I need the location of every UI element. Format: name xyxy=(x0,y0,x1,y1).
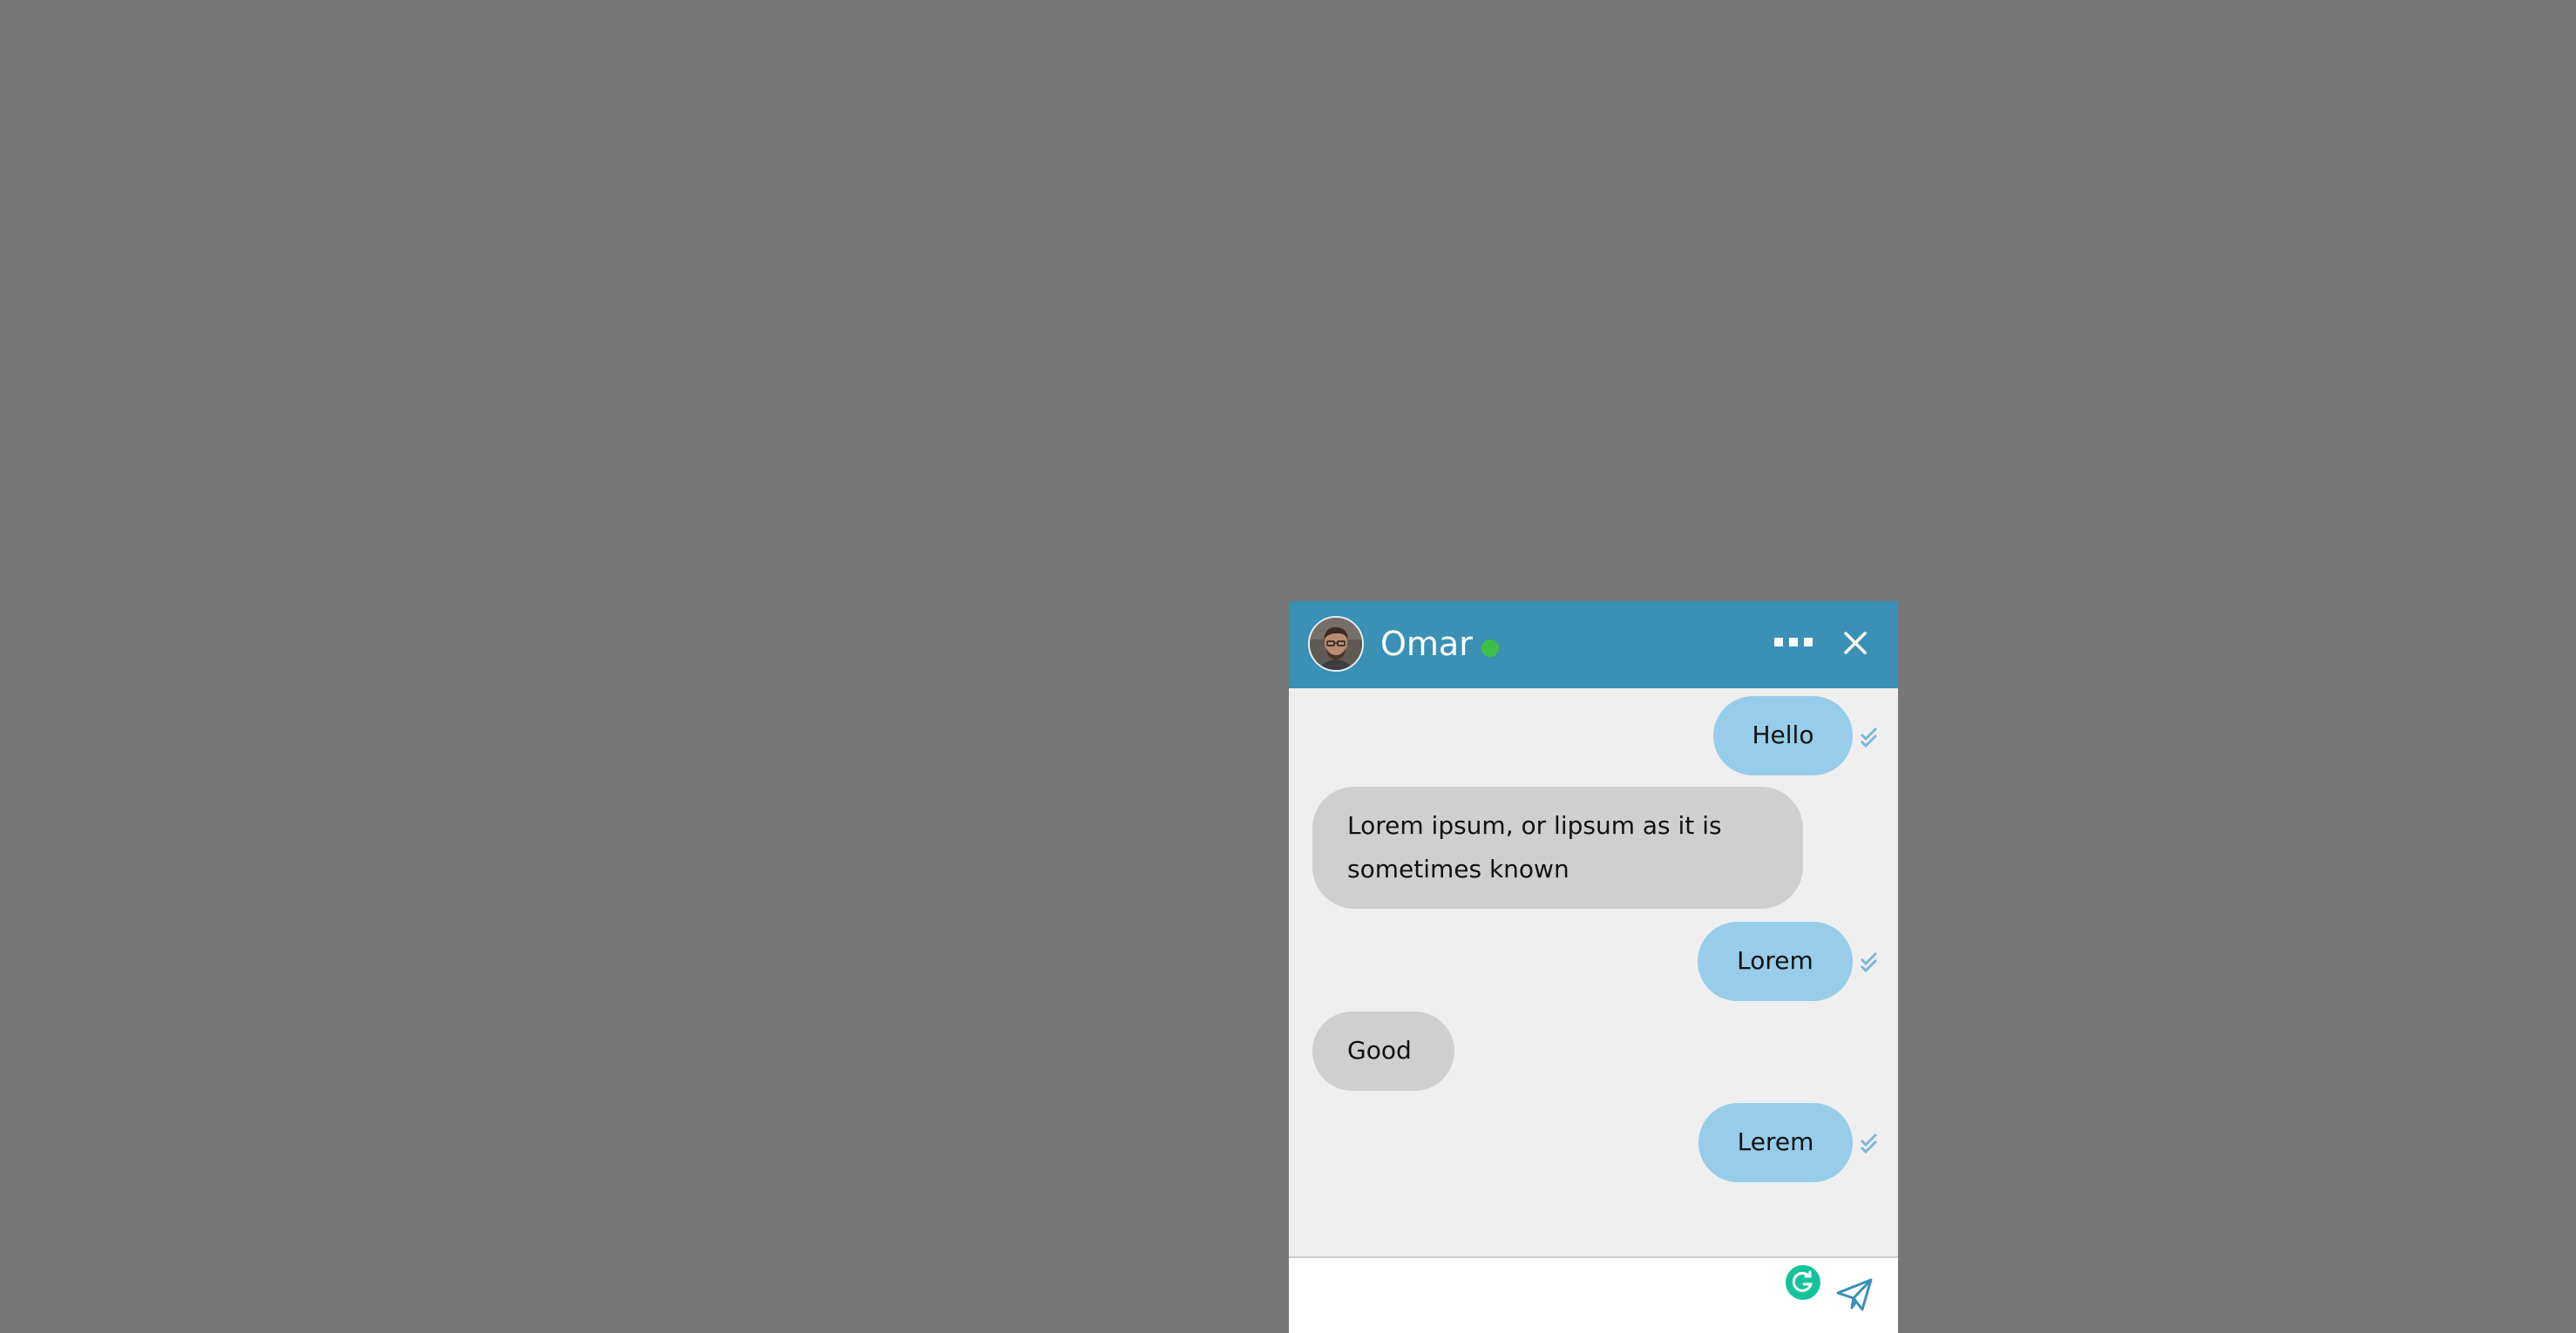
avatar[interactable] xyxy=(1308,616,1364,672)
sent-message-bubble[interactable]: Hello xyxy=(1713,696,1853,775)
received-message-bubble[interactable]: Good xyxy=(1312,1012,1454,1091)
message-text: Good xyxy=(1347,1036,1412,1065)
send-button[interactable] xyxy=(1834,1274,1875,1316)
double-check-icon xyxy=(1860,951,1878,973)
compose-bar xyxy=(1289,1256,1898,1333)
double-check-icon xyxy=(1860,1133,1878,1154)
message-input[interactable] xyxy=(1306,1270,1746,1317)
message-text: Lerem xyxy=(1737,1127,1814,1156)
send-paper-plane-icon xyxy=(1836,1278,1873,1311)
close-button[interactable] xyxy=(1838,626,1873,660)
more-dots-icon xyxy=(1774,638,1783,646)
close-icon xyxy=(1844,632,1867,654)
grammarly-icon[interactable] xyxy=(1786,1265,1820,1300)
more-options-button[interactable] xyxy=(1772,625,1815,660)
sent-message-bubble[interactable]: Lorem xyxy=(1698,922,1853,1001)
double-check-icon xyxy=(1860,727,1878,748)
chat-window: Omar Hello Lorem ipsum, or lipsum as it … xyxy=(1289,601,1898,1333)
avatar-image xyxy=(1310,618,1362,670)
more-dots-icon xyxy=(1804,638,1813,646)
received-message-bubble[interactable]: Lorem ipsum, or lipsum as it is sometime… xyxy=(1312,787,1803,909)
grammarly-g-icon xyxy=(1792,1270,1813,1292)
message-text: Hello xyxy=(1752,721,1814,749)
message-list: Hello Lorem ipsum, or lipsum as it is so… xyxy=(1289,688,1898,1281)
online-status-indicator xyxy=(1481,639,1499,657)
message-text-line: sometimes known xyxy=(1347,855,1569,883)
contact-name: Omar xyxy=(1380,625,1473,663)
more-dots-icon xyxy=(1789,638,1798,646)
message-text-line: Lorem ipsum, or lipsum as it is xyxy=(1347,811,1722,840)
sent-message-bubble[interactable]: Lerem xyxy=(1698,1103,1853,1182)
message-text: Lorem xyxy=(1737,946,1813,975)
chat-header: Omar xyxy=(1289,601,1898,688)
